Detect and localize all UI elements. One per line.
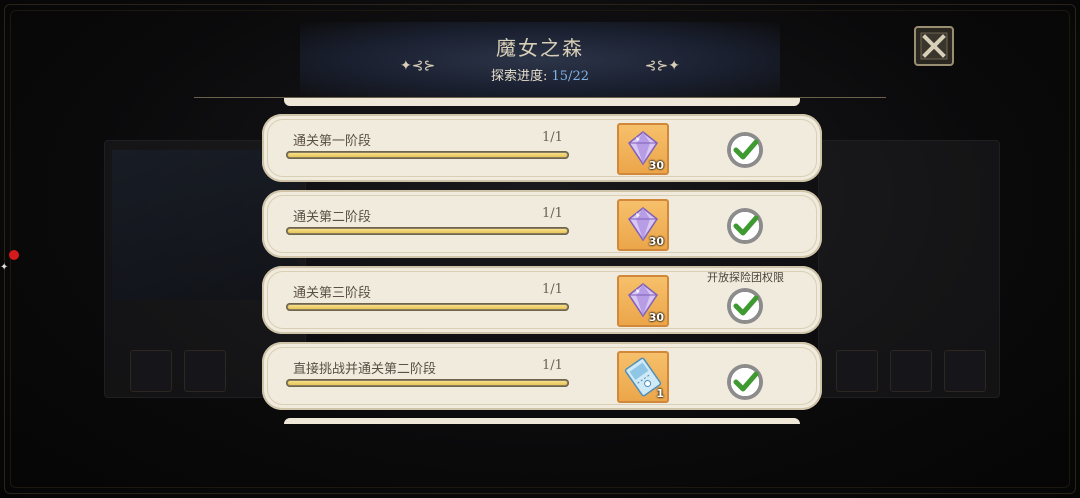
reward-quantity: 1	[656, 387, 664, 400]
task-progress-bar	[286, 379, 569, 387]
completed-badge	[727, 132, 763, 168]
sparkle-icon: ✦	[0, 262, 9, 273]
page-title: 魔女之森	[496, 36, 584, 60]
reward-item[interactable]: 30	[617, 275, 669, 327]
close-x-icon	[920, 32, 948, 60]
check-icon	[733, 139, 759, 160]
exploration-progress: 探索进度: 15/22	[300, 65, 780, 84]
check-icon	[733, 215, 759, 236]
progress-fill	[288, 153, 567, 157]
list-item-edge	[284, 98, 800, 106]
task-card: 通关第三阶段 1/1 30 开放探险团权限	[262, 266, 822, 334]
list-item-edge	[284, 418, 800, 424]
check-icon	[733, 371, 759, 392]
progress-fill	[288, 229, 567, 233]
background-avatar	[890, 350, 932, 392]
completed-badge	[727, 288, 763, 324]
progress-fill	[288, 305, 567, 309]
reward-item[interactable]: 30	[617, 123, 669, 175]
task-card: 通关第一阶段 1/1 30	[262, 114, 822, 182]
reward-quantity: 30	[648, 235, 664, 248]
task-count: 1/1	[542, 358, 563, 373]
check-icon	[733, 295, 759, 316]
task-count: 1/1	[542, 282, 563, 297]
progress-label: 探索进度:	[491, 69, 552, 84]
background-avatar	[944, 350, 986, 392]
task-card: 通关第二阶段 1/1 30	[262, 190, 822, 258]
notification-dot	[9, 250, 19, 260]
task-progress-bar	[286, 303, 569, 311]
task-list[interactable]: 通关第一阶段 1/1 30 通关第二阶段 1/1 30 通关第三阶段 1/1 3…	[262, 98, 822, 424]
task-progress-bar	[286, 227, 569, 235]
task-label: 通关第二阶段	[293, 210, 372, 225]
task-note: 开放探险团权限	[707, 271, 784, 284]
close-button[interactable]	[914, 26, 954, 66]
reward-item[interactable]: 30	[617, 199, 669, 251]
completed-badge	[727, 208, 763, 244]
game-screen: ✦ ✦⊰⊱ 魔女之森 ⊰⊱✦ 探索进度: 15/22 通关第一阶段 1/1 30…	[0, 0, 1080, 498]
task-label: 通关第一阶段	[293, 134, 372, 149]
reward-item[interactable]: 1	[617, 351, 669, 403]
dialog-header: ✦⊰⊱ 魔女之森 ⊰⊱✦ 探索进度: 15/22	[300, 22, 780, 98]
background-avatar	[130, 350, 172, 392]
progress-fill	[288, 381, 567, 385]
background-avatar	[836, 350, 878, 392]
task-label: 通关第三阶段	[293, 286, 372, 301]
task-count: 1/1	[542, 206, 563, 221]
task-label: 直接挑战并通关第二阶段	[293, 362, 437, 377]
task-count: 1/1	[542, 130, 563, 145]
progress-value: 15/22	[551, 69, 589, 84]
reward-quantity: 30	[648, 311, 664, 324]
completed-badge	[727, 364, 763, 400]
background-avatar	[184, 350, 226, 392]
task-card: 直接挑战并通关第二阶段 1/1 1	[262, 342, 822, 410]
task-progress-bar	[286, 151, 569, 159]
reward-quantity: 30	[648, 159, 664, 172]
